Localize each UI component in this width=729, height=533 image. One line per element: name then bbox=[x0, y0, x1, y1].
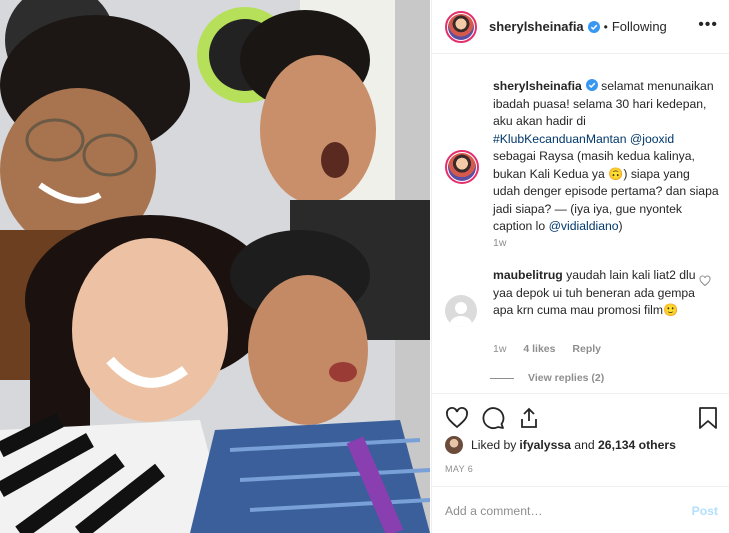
bookmark-icon[interactable] bbox=[698, 406, 718, 430]
comment-time[interactable]: 1w bbox=[493, 343, 506, 355]
selfie-image bbox=[0, 0, 430, 533]
more-icon[interactable]: ••• bbox=[698, 16, 718, 34]
smile-emoji: 🙂 bbox=[663, 303, 679, 317]
hashtag-link[interactable]: #KlubKecanduanMantan bbox=[493, 132, 627, 146]
view-replies-button[interactable]: View replies (2) bbox=[490, 372, 604, 384]
verified-icon bbox=[585, 79, 598, 91]
author-avatar[interactable] bbox=[445, 10, 477, 43]
small-heart-icon[interactable] bbox=[699, 275, 711, 287]
mention-link-vidialdiano[interactable]: @vidialdiano bbox=[549, 219, 619, 233]
share-icon[interactable] bbox=[517, 406, 541, 430]
author-username[interactable]: sherylsheinafia bbox=[489, 19, 584, 34]
reply-button[interactable]: Reply bbox=[572, 343, 601, 355]
comment-meta: 1w 4 likes Reply bbox=[493, 343, 615, 355]
upside-down-emoji: 🙃 bbox=[608, 166, 624, 181]
caption: sherylsheinafia selamat menunaikan ibada… bbox=[445, 78, 720, 236]
post-header: sherylsheinafia • Following ••• bbox=[432, 0, 729, 54]
comment: maubelitrug yaudah lain kali liat2 dlu y… bbox=[445, 267, 725, 327]
comment-likes[interactable]: 4 likes bbox=[523, 343, 555, 355]
action-bar bbox=[432, 393, 729, 441]
liker-avatar[interactable] bbox=[445, 436, 463, 454]
post-photo[interactable] bbox=[0, 0, 430, 533]
liker-username[interactable]: ifyalyssa bbox=[519, 438, 571, 452]
likes-middle: and bbox=[570, 438, 599, 452]
likes-line: Liked by ifyalyssa and 26,134 others bbox=[445, 436, 676, 454]
add-comment-bar: Add a comment… Post bbox=[432, 486, 729, 533]
caption-body: ) bbox=[618, 219, 623, 233]
caption-time[interactable]: 1w bbox=[493, 237, 506, 249]
replies-divider bbox=[490, 377, 514, 379]
separator-dot: • bbox=[603, 19, 608, 34]
comment-input[interactable]: Add a comment… bbox=[445, 504, 543, 518]
post-sidebar: sherylsheinafia • Following ••• sherylsh… bbox=[431, 0, 729, 533]
comment-username[interactable]: maubelitrug bbox=[493, 268, 563, 282]
following-button[interactable]: Following bbox=[612, 19, 667, 34]
verified-icon bbox=[587, 20, 600, 33]
heart-icon[interactable] bbox=[445, 406, 469, 430]
post-comment-button[interactable]: Post bbox=[692, 504, 718, 518]
view-replies-label: View replies (2) bbox=[528, 372, 605, 384]
mention-link-jooxid[interactable]: @jooxid bbox=[630, 132, 674, 146]
likes-count[interactable]: 26,134 others bbox=[598, 438, 676, 452]
post-date[interactable]: MAY 6 bbox=[445, 464, 473, 474]
caption-text: sherylsheinafia selamat menunaikan ibada… bbox=[493, 78, 720, 236]
default-avatar-icon[interactable] bbox=[445, 295, 477, 327]
comment-text: maubelitrug yaudah lain kali liat2 dlu y… bbox=[493, 267, 699, 320]
comment-icon[interactable] bbox=[481, 406, 505, 430]
caption-avatar[interactable] bbox=[445, 150, 479, 184]
caption-username[interactable]: sherylsheinafia bbox=[493, 79, 582, 93]
likes-prefix: Liked by bbox=[471, 438, 517, 452]
